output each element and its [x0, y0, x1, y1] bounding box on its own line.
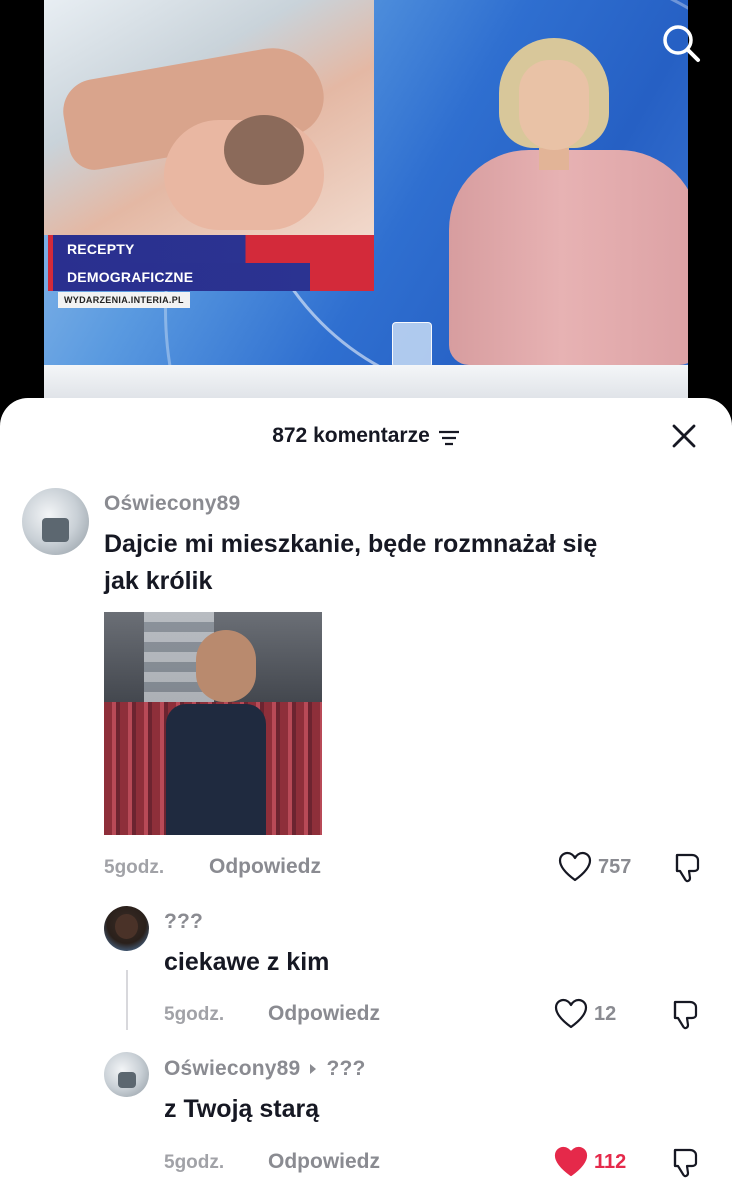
like-button[interactable]: 112 [554, 1146, 626, 1178]
comment-username[interactable]: Oświecony89 [164, 1057, 300, 1081]
avatar[interactable] [104, 1052, 149, 1097]
lower-third-line1: RECEPTY [48, 235, 374, 263]
lower-third-text1: RECEPTY [67, 241, 135, 257]
close-icon[interactable] [670, 422, 698, 450]
comments-title[interactable]: 872 komentarze [272, 424, 460, 448]
reply-button[interactable]: Odpowiedz [209, 855, 321, 879]
news-anchor-face [519, 60, 589, 150]
water-glass [392, 322, 432, 368]
comment-username[interactable]: ??? [164, 910, 203, 934]
search-icon[interactable] [658, 20, 704, 66]
thumbs-down-icon[interactable] [666, 998, 700, 1032]
comment-meme-image[interactable] [104, 612, 322, 835]
thumbs-down-icon[interactable] [668, 851, 702, 885]
comment-text: ciekawe z kim [164, 948, 330, 976]
reply-arrow-icon [310, 1064, 317, 1074]
like-button[interactable]: 12 [554, 998, 616, 1030]
reply-to-username[interactable]: ??? [326, 1057, 365, 1081]
lower-third-source: WYDARZENIA.INTERIA.PL [58, 292, 190, 308]
heart-filled-icon [554, 1146, 588, 1177]
comment-time: 5godz. [164, 1004, 225, 1025]
comment-text-line1: Dajcie mi mieszkanie, będe rozmnażał się [104, 530, 598, 558]
thread-line [126, 970, 128, 1030]
like-count: 757 [598, 855, 632, 878]
lower-third-line2: DEMOGRAFICZNE [48, 263, 374, 291]
news-broadcast-frame: RECEPTY DEMOGRAFICZNE WYDARZENIA.INTERIA… [44, 0, 688, 410]
lower-third-text2: DEMOGRAFICZNE [67, 269, 194, 285]
avatar[interactable] [104, 906, 149, 951]
news-anchor [449, 150, 688, 365]
like-count: 12 [594, 1002, 617, 1025]
thumbs-down-icon[interactable] [666, 1146, 700, 1180]
comment-count-label: 872 komentarze [272, 424, 430, 447]
comments-header: 872 komentarze [0, 398, 732, 474]
comment-time: 5godz. [164, 1152, 225, 1173]
comment-time: 5godz. [104, 857, 165, 878]
comment-username-row: Oświecony89 ??? [164, 1057, 366, 1081]
filter-icon[interactable] [438, 428, 460, 446]
video-player[interactable]: RECEPTY DEMOGRAFICZNE WYDARZENIA.INTERIA… [0, 0, 732, 410]
like-count: 112 [594, 1150, 627, 1173]
like-button[interactable]: 757 [558, 851, 631, 883]
comment-text-line2: jak królik [104, 567, 213, 595]
newborn-inset-image [44, 0, 374, 235]
heart-icon [558, 851, 592, 882]
reply-button[interactable]: Odpowiedz [268, 1150, 380, 1174]
comment-text: z Twoją starą [164, 1095, 320, 1123]
avatar[interactable] [22, 488, 89, 555]
comment-username[interactable]: Oświecony89 [104, 492, 240, 516]
comments-sheet: 872 komentarze Oświecony89 Dajcie mi mie… [0, 398, 732, 1200]
heart-icon [554, 998, 588, 1029]
reply-button[interactable]: Odpowiedz [268, 1002, 380, 1026]
